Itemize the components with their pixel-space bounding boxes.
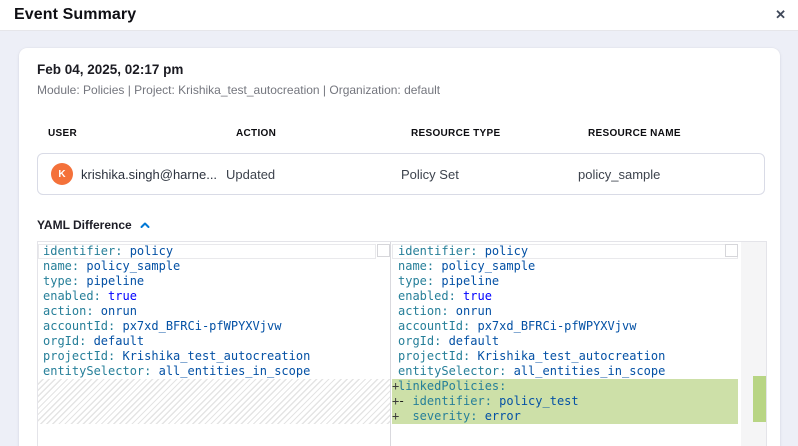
diff-line: entitySelector: all_entities_in_scope — [392, 364, 738, 379]
diff-token: true — [456, 289, 492, 303]
diff-line: accountId: px7xd_BFRCi-pfWPYXVjvw — [392, 319, 738, 334]
diff-token: entitySelector: — [398, 364, 506, 378]
diff-line: type: pipeline — [38, 274, 376, 289]
diff-token: default — [441, 334, 499, 348]
user-cell: K krishika.singh@harne... — [38, 163, 226, 185]
diff-line: action: onrun — [38, 304, 376, 319]
diff-added-marker: + — [392, 379, 399, 394]
diff-token: - — [398, 394, 412, 408]
diff-token: error — [477, 409, 520, 423]
diff-token: Krishika_test_autocreation — [470, 349, 665, 363]
diff-line: action: onrun — [392, 304, 738, 319]
diff-pane-right[interactable]: identifier: policyname: policy_sampletyp… — [392, 242, 766, 446]
diff-token: onrun — [94, 304, 137, 318]
diff-token: name: — [398, 259, 434, 273]
column-header-resource-type: RESOURCE TYPE — [411, 128, 588, 139]
diff-line: +- identifier: policy_test — [392, 394, 738, 409]
diff-token: px7xd_BFRCi-pfWPYXVjvw — [115, 319, 281, 333]
diff-line: orgId: default — [392, 334, 738, 349]
diff-line: projectId: Krishika_test_autocreation — [38, 349, 376, 364]
diff-line: enabled: true — [38, 289, 376, 304]
diff-token: pipeline — [79, 274, 144, 288]
page-title: Event Summary — [14, 6, 136, 24]
overview-added-marker — [753, 376, 766, 422]
diff-line: type: pipeline — [392, 274, 738, 289]
diff-left-lines: identifier: policyname: policy_sampletyp… — [38, 242, 376, 379]
diff-added-marker: + — [392, 394, 399, 409]
diff-line: + severity: error — [392, 409, 738, 424]
diff-line: identifier: policy — [392, 244, 738, 259]
user-email: krishika.singh@harne... — [81, 167, 217, 182]
diff-token: identifier: — [398, 244, 477, 258]
right-scrollbar-thumb[interactable] — [725, 244, 738, 257]
diff-token: policy — [477, 244, 528, 258]
diff-token: pipeline — [434, 274, 499, 288]
diff-token: linkedPolicies: — [398, 379, 506, 393]
resource-type-cell: Policy Set — [401, 167, 578, 182]
diff-token: orgId: — [398, 334, 441, 348]
diff-token: policy_sample — [79, 259, 180, 273]
diff-added-marker: + — [392, 409, 399, 424]
diff-token: type: — [398, 274, 434, 288]
column-header-resource-name: RESOURCE NAME — [588, 128, 765, 139]
modal-body: Feb 04, 2025, 02:17 pm Module: Policies … — [0, 31, 798, 446]
chevron-up-icon — [139, 220, 151, 230]
event-timestamp: Feb 04, 2025, 02:17 pm — [37, 62, 765, 77]
diff-token: name: — [43, 259, 79, 273]
diff-token: orgId: — [43, 334, 86, 348]
diff-line: projectId: Krishika_test_autocreation — [392, 349, 738, 364]
diff-token: px7xd_BFRCi-pfWPYXVjvw — [470, 319, 636, 333]
yaml-difference-label: YAML Difference — [37, 218, 132, 232]
avatar: K — [51, 163, 73, 185]
diff-token: accountId: — [398, 319, 470, 333]
diff-token: accountId: — [43, 319, 115, 333]
diff-token: default — [86, 334, 144, 348]
modal-header: Event Summary ✕ — [0, 0, 798, 31]
diff-token: type: — [43, 274, 79, 288]
action-cell: Updated — [226, 167, 401, 182]
overview-ruler[interactable] — [741, 242, 766, 446]
column-header-action: ACTION — [236, 128, 411, 139]
diff-line: orgId: default — [38, 334, 376, 349]
yaml-difference-toggle[interactable]: YAML Difference — [37, 218, 177, 232]
diff-token: action: — [398, 304, 449, 318]
diff-token: true — [101, 289, 137, 303]
yaml-diff-viewer: identifier: policyname: policy_sampletyp… — [37, 241, 767, 446]
diff-token: severity: — [398, 409, 477, 423]
diff-pane-left[interactable]: identifier: policyname: policy_sampletyp… — [38, 242, 390, 446]
diff-line: identifier: policy — [38, 244, 376, 259]
diff-token: Krishika_test_autocreation — [115, 349, 310, 363]
event-meta: Module: Policies | Project: Krishika_tes… — [37, 83, 765, 97]
diff-token: projectId: — [43, 349, 115, 363]
diff-token: policy_test — [492, 394, 579, 408]
table-row[interactable]: K krishika.singh@harne... Updated Policy… — [37, 153, 765, 195]
diff-token: enabled: — [398, 289, 456, 303]
diff-token: projectId: — [398, 349, 470, 363]
diff-line: name: policy_sample — [392, 259, 738, 274]
diff-collapsed-region — [38, 379, 390, 424]
diff-token: all_entities_in_scope — [506, 364, 665, 378]
diff-line: entitySelector: all_entities_in_scope — [38, 364, 376, 379]
diff-token: policy — [122, 244, 173, 258]
close-icon[interactable]: ✕ — [775, 5, 786, 25]
diff-token: all_entities_in_scope — [151, 364, 310, 378]
diff-token: identifier: — [412, 394, 491, 408]
diff-token: action: — [43, 304, 94, 318]
diff-line: name: policy_sample — [38, 259, 376, 274]
diff-token: entitySelector: — [43, 364, 151, 378]
column-header-user: USER — [48, 128, 236, 139]
diff-line: accountId: px7xd_BFRCi-pfWPYXVjvw — [38, 319, 376, 334]
diff-right-lines: identifier: policyname: policy_sampletyp… — [392, 242, 738, 424]
diff-line: enabled: true — [392, 289, 738, 304]
diff-token: identifier: — [43, 244, 122, 258]
event-card: Feb 04, 2025, 02:17 pm Module: Policies … — [19, 48, 780, 446]
diff-line: +linkedPolicies: — [392, 379, 738, 394]
left-scrollbar-thumb[interactable] — [377, 244, 390, 257]
diff-token: enabled: — [43, 289, 101, 303]
resource-name-cell: policy_sample — [578, 167, 764, 182]
table-header: USER ACTION RESOURCE TYPE RESOURCE NAME — [37, 128, 765, 139]
diff-token: onrun — [449, 304, 492, 318]
diff-token: policy_sample — [434, 259, 535, 273]
